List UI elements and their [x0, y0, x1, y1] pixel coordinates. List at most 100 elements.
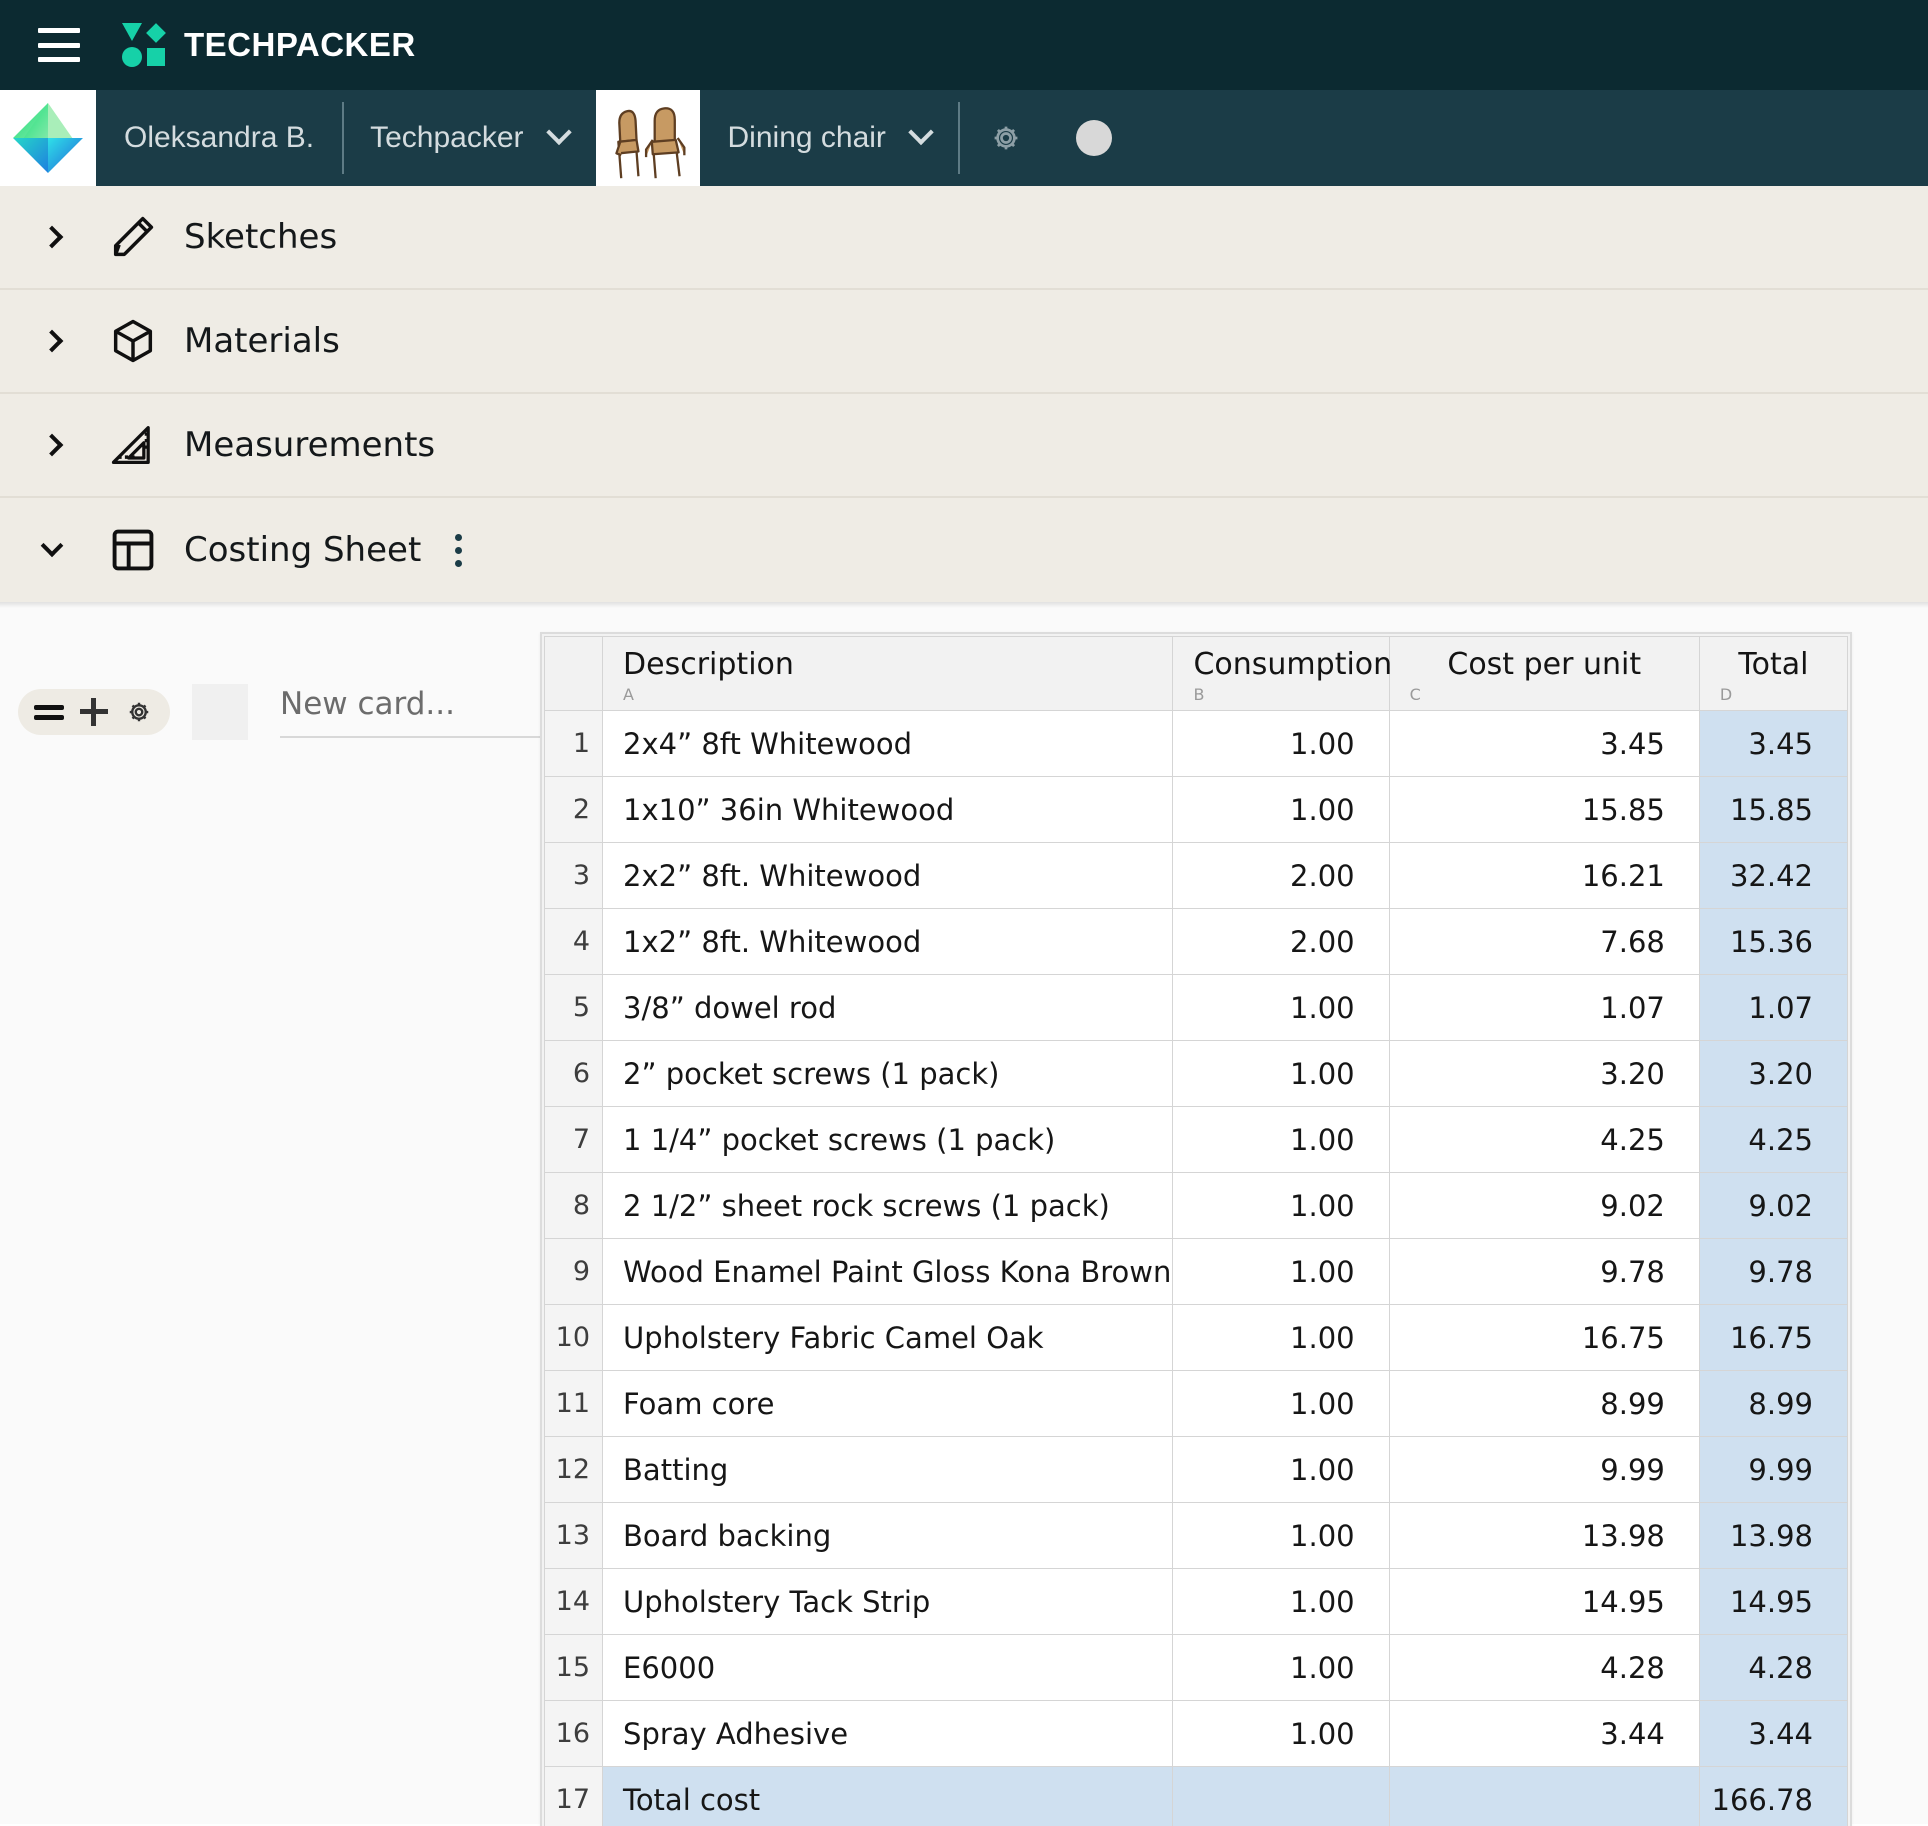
cell-description[interactable]: Upholstery Fabric Camel Oak	[603, 1305, 1173, 1371]
cell-consumption[interactable]: 1.00	[1173, 1041, 1389, 1107]
cell-consumption[interactable]: 1.00	[1173, 1635, 1389, 1701]
cell-consumption[interactable]: 1.00	[1173, 777, 1389, 843]
breadcrumb-product[interactable]: Dining chair	[700, 90, 958, 186]
hamburger-icon[interactable]	[38, 28, 80, 62]
cell-consumption[interactable]: 1.00	[1173, 1503, 1389, 1569]
cell-consumption[interactable]: 1.00	[1173, 1239, 1389, 1305]
cell-total[interactable]: 14.95	[1699, 1569, 1847, 1635]
cell-description[interactable]: Batting	[603, 1437, 1173, 1503]
cell-description[interactable]: 2 1/2” sheet rock screws (1 pack)	[603, 1173, 1173, 1239]
brand-logo[interactable]: TECHPACKER	[122, 23, 416, 67]
cell-cost-per-unit[interactable]: 3.20	[1389, 1041, 1699, 1107]
cell-consumption[interactable]: 1.00	[1173, 1437, 1389, 1503]
cell-cost-per-unit[interactable]: 7.68	[1389, 909, 1699, 975]
cell-total[interactable]: 9.78	[1699, 1239, 1847, 1305]
cell-cost-per-unit[interactable]	[1389, 1767, 1699, 1826]
cell-consumption[interactable]: 1.00	[1173, 1371, 1389, 1437]
card-toolbar	[18, 689, 170, 735]
cell-description[interactable]: 2x4” 8ft Whitewood	[603, 711, 1173, 777]
cell-description[interactable]: 1x10” 36in Whitewood	[603, 777, 1173, 843]
cell-total[interactable]: 4.28	[1699, 1635, 1847, 1701]
cell-cost-per-unit[interactable]: 8.99	[1389, 1371, 1699, 1437]
plus-icon[interactable]	[80, 698, 108, 726]
cell-cost-per-unit[interactable]: 14.95	[1389, 1569, 1699, 1635]
cell-description[interactable]: 1 1/4” pocket screws (1 pack)	[603, 1107, 1173, 1173]
cell-total[interactable]: 166.78	[1699, 1767, 1847, 1826]
column-header-total[interactable]: Total D	[1699, 637, 1847, 711]
cell-total[interactable]: 1.07	[1699, 975, 1847, 1041]
breadcrumb-org[interactable]: Techpacker	[342, 90, 595, 186]
cell-cost-per-unit[interactable]: 9.78	[1389, 1239, 1699, 1305]
cell-cost-per-unit[interactable]: 1.07	[1389, 975, 1699, 1041]
gear-icon[interactable]	[124, 697, 154, 727]
cell-total[interactable]: 9.02	[1699, 1173, 1847, 1239]
cell-description[interactable]: 1x2” 8ft. Whitewood	[603, 909, 1173, 975]
chevron-right-icon[interactable]	[30, 229, 74, 245]
cell-consumption[interactable]	[1173, 1767, 1389, 1826]
cell-cost-per-unit[interactable]: 16.75	[1389, 1305, 1699, 1371]
dining-chair-thumbnail[interactable]	[596, 90, 700, 186]
techpacker-logo-icon	[122, 23, 166, 67]
cell-consumption[interactable]: 1.00	[1173, 1173, 1389, 1239]
cell-total[interactable]: 16.75	[1699, 1305, 1847, 1371]
cell-description[interactable]: Wood Enamel Paint Gloss Kona Brown	[603, 1239, 1173, 1305]
cell-cost-per-unit[interactable]: 9.02	[1389, 1173, 1699, 1239]
cell-description[interactable]: Upholstery Tack Strip	[603, 1569, 1173, 1635]
drag-handle-icon[interactable]	[34, 705, 64, 720]
column-header-consumption[interactable]: Consumption B	[1173, 637, 1389, 711]
cell-description[interactable]: Board backing	[603, 1503, 1173, 1569]
cell-consumption[interactable]: 1.00	[1173, 1701, 1389, 1767]
cell-description[interactable]: 2” pocket screws (1 pack)	[603, 1041, 1173, 1107]
chevron-down-icon[interactable]	[30, 542, 74, 558]
cell-total[interactable]: 3.45	[1699, 711, 1847, 777]
cell-description[interactable]: Total cost	[603, 1767, 1173, 1826]
cell-total[interactable]: 3.44	[1699, 1701, 1847, 1767]
breadcrumb-user[interactable]: Oleksandra B.	[96, 90, 342, 186]
cell-cost-per-unit[interactable]: 16.21	[1389, 843, 1699, 909]
cell-cost-per-unit[interactable]: 4.28	[1389, 1635, 1699, 1701]
chevron-right-icon[interactable]	[30, 333, 74, 349]
cell-description[interactable]: E6000	[603, 1635, 1173, 1701]
costing-sheet-panel: Description A Consumption B Cost per uni…	[540, 602, 1928, 1824]
cell-description[interactable]: 2x2” 8ft. Whitewood	[603, 843, 1173, 909]
sidebar-item-sketches[interactable]: Sketches	[0, 186, 1928, 290]
cell-description[interactable]: 3/8” dowel rod	[603, 975, 1173, 1041]
cell-cost-per-unit[interactable]: 4.25	[1389, 1107, 1699, 1173]
table-row: 32x2” 8ft. Whitewood2.0016.2132.42	[545, 843, 1848, 909]
kebab-menu-icon[interactable]	[449, 528, 468, 573]
sidebar-item-measurements[interactable]: Measurements	[0, 394, 1928, 498]
sidebar-item-costing-sheet[interactable]: Costing Sheet	[0, 498, 1928, 602]
cell-cost-per-unit[interactable]: 13.98	[1389, 1503, 1699, 1569]
workspace-logo-button[interactable]	[0, 90, 96, 186]
cell-total[interactable]: 3.20	[1699, 1041, 1847, 1107]
cell-consumption[interactable]: 1.00	[1173, 1569, 1389, 1635]
cell-cost-per-unit[interactable]: 3.44	[1389, 1701, 1699, 1767]
cell-total[interactable]: 15.36	[1699, 909, 1847, 975]
chevron-right-icon[interactable]	[30, 437, 74, 453]
card-thumbnail-placeholder[interactable]	[192, 684, 248, 740]
cell-cost-per-unit[interactable]: 3.45	[1389, 711, 1699, 777]
avatar[interactable]	[1076, 120, 1112, 156]
cell-cost-per-unit[interactable]: 15.85	[1389, 777, 1699, 843]
gear-icon[interactable]	[988, 120, 1024, 156]
cell-total[interactable]: 8.99	[1699, 1371, 1847, 1437]
sidebar-item-materials[interactable]: Materials	[0, 290, 1928, 394]
cell-cost-per-unit[interactable]: 9.99	[1389, 1437, 1699, 1503]
column-header-cost-per-unit[interactable]: Cost per unit C	[1389, 637, 1699, 711]
cell-consumption[interactable]: 2.00	[1173, 843, 1389, 909]
cell-consumption[interactable]: 2.00	[1173, 909, 1389, 975]
cell-total[interactable]: 13.98	[1699, 1503, 1847, 1569]
cell-total[interactable]: 9.99	[1699, 1437, 1847, 1503]
cell-consumption[interactable]: 1.00	[1173, 1305, 1389, 1371]
cell-total[interactable]: 32.42	[1699, 843, 1847, 909]
cell-description[interactable]: Spray Adhesive	[603, 1701, 1173, 1767]
cell-description[interactable]: Foam core	[603, 1371, 1173, 1437]
cell-consumption[interactable]: 1.00	[1173, 711, 1389, 777]
cell-total[interactable]: 4.25	[1699, 1107, 1847, 1173]
new-card-input[interactable]: New card...	[280, 686, 540, 738]
row-number-cell: 3	[545, 843, 603, 909]
column-header-description[interactable]: Description A	[603, 637, 1173, 711]
cell-consumption[interactable]: 1.00	[1173, 975, 1389, 1041]
cell-total[interactable]: 15.85	[1699, 777, 1847, 843]
cell-consumption[interactable]: 1.00	[1173, 1107, 1389, 1173]
